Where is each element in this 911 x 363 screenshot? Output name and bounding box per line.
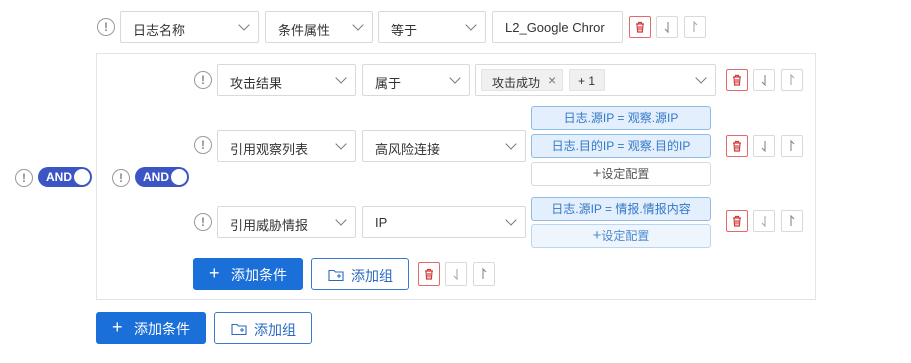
chevron-down-icon	[695, 72, 707, 84]
more-tag: + 1	[569, 69, 605, 91]
info-icon[interactable]: !	[194, 136, 212, 154]
arrow-down-icon	[761, 141, 766, 153]
chevron-down-icon	[352, 19, 364, 31]
arrow-down-icon	[761, 216, 766, 228]
move-down-button[interactable]	[656, 16, 678, 38]
field-select-value: 攻击结果	[230, 76, 283, 91]
trash-icon	[733, 215, 741, 227]
trash-icon	[733, 140, 741, 152]
toggle-knob	[171, 169, 187, 185]
move-down-button[interactable]	[753, 210, 775, 232]
chevron-down-icon	[238, 19, 250, 31]
chevron-down-icon	[449, 72, 461, 84]
value-input[interactable]: L2_Google Chror	[492, 11, 623, 43]
arrow-down-icon	[761, 75, 766, 87]
close-icon[interactable]: ×	[548, 72, 556, 88]
value-tag: 攻击成功 ×	[481, 69, 563, 91]
toggle-knob	[74, 169, 90, 185]
delete-button[interactable]	[726, 210, 748, 232]
move-up-button[interactable]	[781, 135, 803, 157]
add-group-button[interactable]: 添加组	[311, 258, 409, 290]
delete-button[interactable]	[726, 135, 748, 157]
arrow-up-icon	[790, 73, 795, 85]
field-select[interactable]: 日志名称	[120, 11, 259, 43]
field-select-value: 日志名称	[133, 23, 186, 38]
folder-icon	[328, 269, 344, 282]
add-condition-button[interactable]: + 添加条件	[193, 258, 303, 290]
intel-type-select-value: IP	[375, 215, 388, 230]
outer-logic-label: AND	[46, 170, 72, 184]
trash-icon	[733, 74, 741, 86]
more-tag-label: + 1	[578, 74, 596, 88]
chevron-down-icon	[465, 19, 477, 31]
arrow-down-icon	[664, 22, 669, 34]
add-group-label: 添加组	[351, 268, 393, 284]
chevron-down-icon	[505, 214, 517, 226]
add-group-label: 添加组	[254, 322, 296, 338]
inner-logic-label: AND	[143, 170, 169, 184]
info-icon[interactable]: !	[15, 169, 33, 187]
field-select[interactable]: 引用观察列表	[217, 130, 356, 162]
chevron-down-icon	[335, 138, 347, 150]
set-config-button[interactable]: +设定配置	[531, 224, 711, 248]
outer-logic-toggle[interactable]: AND	[38, 167, 92, 187]
arrow-up-icon	[482, 267, 487, 279]
add-condition-button[interactable]: + 添加条件	[96, 312, 206, 344]
delete-button[interactable]	[726, 69, 748, 91]
field-select[interactable]: 攻击结果	[217, 64, 356, 96]
field-select[interactable]: 引用威胁情报	[217, 206, 356, 238]
value-tag-label: 攻击成功	[492, 76, 541, 90]
operator-select[interactable]: 等于	[378, 11, 486, 43]
move-down-button[interactable]	[445, 262, 467, 286]
inner-logic-toggle[interactable]: AND	[135, 167, 189, 187]
info-icon[interactable]: !	[194, 213, 212, 231]
folder-icon	[231, 323, 247, 336]
delete-group-button[interactable]	[418, 262, 440, 286]
mapping-tag[interactable]: 日志.源IP = 情报.情报内容	[531, 197, 711, 221]
watchlist-select[interactable]: 高风险连接	[362, 130, 526, 162]
field-select-value: 引用观察列表	[230, 142, 309, 157]
move-up-button[interactable]	[473, 262, 495, 286]
set-config-label: 设定配置	[601, 229, 650, 243]
add-condition-label: 添加条件	[134, 321, 190, 337]
chevron-down-icon	[505, 138, 517, 150]
mapping-tag[interactable]: 日志.目的IP = 观察.目的IP	[531, 134, 711, 158]
add-condition-label: 添加条件	[231, 267, 287, 283]
mapping-tag[interactable]: 日志.源IP = 观察.源IP	[531, 106, 711, 130]
move-up-button[interactable]	[684, 16, 706, 38]
chevron-down-icon	[335, 214, 347, 226]
trash-icon	[636, 21, 644, 33]
plus-icon: +	[209, 263, 220, 283]
operator-select[interactable]: 属于	[362, 64, 470, 96]
intel-type-select[interactable]: IP	[362, 206, 526, 238]
set-config-label: 设定配置	[601, 167, 650, 181]
watchlist-select-value: 高风险连接	[375, 142, 441, 157]
attribute-select-value: 条件属性	[278, 23, 331, 38]
info-icon[interactable]: !	[97, 18, 115, 36]
field-select-value: 引用威胁情报	[230, 218, 309, 233]
attribute-select[interactable]: 条件属性	[265, 11, 373, 43]
add-group-button[interactable]: 添加组	[214, 312, 312, 344]
info-icon[interactable]: !	[194, 71, 212, 89]
value-multiselect[interactable]: 攻击成功 × + 1	[475, 64, 716, 96]
move-down-button[interactable]	[753, 69, 775, 91]
plus-icon: +	[112, 317, 123, 337]
arrow-up-icon	[790, 214, 795, 226]
chevron-down-icon	[335, 72, 347, 84]
arrow-down-icon	[453, 269, 458, 281]
arrow-up-icon	[693, 20, 698, 32]
operator-select-value: 等于	[391, 23, 418, 38]
move-up-button[interactable]	[781, 210, 803, 232]
move-up-button[interactable]	[781, 69, 803, 91]
value-input-text: L2_Google Chror	[505, 20, 605, 35]
trash-icon	[425, 268, 433, 280]
operator-select-value: 属于	[375, 76, 402, 91]
arrow-up-icon	[790, 139, 795, 151]
delete-button[interactable]	[629, 16, 651, 38]
move-down-button[interactable]	[753, 135, 775, 157]
info-icon[interactable]: !	[112, 169, 130, 187]
set-config-button[interactable]: +设定配置	[531, 162, 711, 186]
